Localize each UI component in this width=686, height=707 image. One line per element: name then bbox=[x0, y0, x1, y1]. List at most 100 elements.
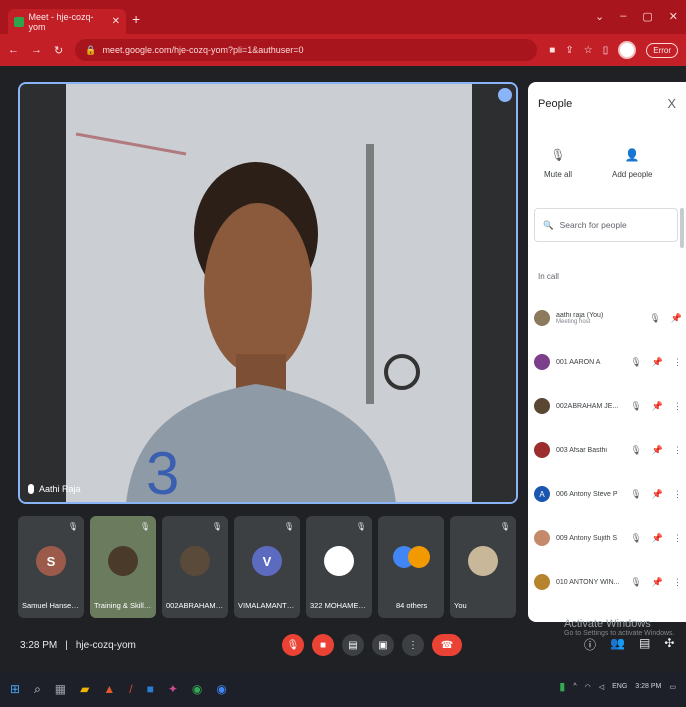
camera-toggle-button[interactable]: ■ bbox=[312, 634, 334, 656]
camera-icon[interactable]: ■ bbox=[549, 45, 555, 56]
activities-icon[interactable]: ✣ bbox=[664, 636, 674, 653]
pin-icon[interactable]: 📌 bbox=[652, 489, 663, 500]
minimize-icon[interactable]: – bbox=[620, 10, 626, 23]
search-input[interactable]: 🔍 Search for people bbox=[534, 208, 678, 242]
browser-tab[interactable]: Meet - hje-cozq-yom ✕ bbox=[8, 9, 126, 34]
person-name: 006 Antony Steve P bbox=[556, 490, 618, 498]
chrome-icon[interactable]: ◉ bbox=[216, 682, 226, 697]
participant-tile[interactable]: 🎙 S Samuel Hansen R bbox=[18, 516, 84, 618]
share-icon[interactable]: ⇪ bbox=[565, 45, 573, 56]
participant-tile[interactable]: 🎙 Training & Skill F... bbox=[90, 516, 156, 618]
meet-area: 3 Aathi Raja 🎙 S Samuel Hansen R 🎙 Train… bbox=[0, 66, 686, 672]
maximize-icon[interactable]: ▢ bbox=[642, 10, 652, 23]
taskbar-apps: ⊞ ⌕ ▦ ▰ ▲ / ■ ✦ ◉ ◉ bbox=[10, 682, 227, 697]
reload-icon[interactable]: ↻ bbox=[54, 44, 63, 57]
wifi-icon[interactable]: ◠ bbox=[585, 683, 591, 691]
file-explorer-icon[interactable]: ▰ bbox=[80, 682, 89, 697]
mic-off-icon[interactable]: 🎙 bbox=[630, 401, 641, 412]
list-item[interactable]: 003 Afsar Basthi 🎙 📌 ⋮ bbox=[534, 428, 682, 472]
mic-off-icon[interactable]: 🎙 bbox=[630, 357, 641, 368]
search-icon[interactable]: ⌕ bbox=[34, 682, 41, 697]
leave-call-button[interactable]: ☎ bbox=[432, 634, 462, 656]
app-icon[interactable]: ▲ bbox=[103, 682, 115, 697]
chrome-icon[interactable]: ◉ bbox=[192, 682, 202, 697]
system-clock[interactable]: 3:28 PM bbox=[635, 683, 661, 690]
video-border-left bbox=[20, 84, 66, 502]
scrollbar[interactable] bbox=[680, 208, 684, 248]
person-name: 001 AARON A bbox=[556, 358, 601, 366]
sidepanel-icon[interactable]: ▯ bbox=[603, 45, 609, 56]
participant-tile[interactable]: 🎙 V VIMALAMANTHI... bbox=[234, 516, 300, 618]
update-button[interactable]: Error bbox=[646, 42, 678, 58]
chevron-up-icon[interactable]: ^ bbox=[573, 683, 576, 690]
pin-icon[interactable]: 📌 bbox=[652, 445, 663, 456]
mic-off-icon[interactable]: 🎙 bbox=[630, 489, 641, 500]
activate-title: Activate Windows bbox=[564, 618, 651, 630]
list-item[interactable]: aathi raja (You) Meeting host 🎙 📌 bbox=[534, 296, 682, 340]
participant-name: Samuel Hansen R bbox=[22, 601, 80, 610]
forward-icon[interactable]: → bbox=[31, 44, 42, 56]
back-icon[interactable]: ← bbox=[8, 44, 19, 56]
more-icon[interactable]: ⋮ bbox=[673, 357, 682, 368]
address-bar[interactable]: 🔒 meet.google.com/hje-cozq-yom?pli=1&aut… bbox=[75, 39, 538, 61]
more-icon[interactable]: ⋮ bbox=[673, 577, 682, 588]
more-icon[interactable]: ⋮ bbox=[673, 489, 682, 500]
row-actions: 🎙 📌 ⋮ bbox=[630, 533, 682, 544]
volume-icon[interactable]: ◁ bbox=[599, 683, 604, 691]
mic-toggle-button[interactable]: 🎙 bbox=[282, 634, 304, 656]
new-tab-button[interactable]: + bbox=[132, 11, 140, 27]
people-panel: People X 🎙 Mute all 👤 Add people 🔍 Searc… bbox=[528, 82, 686, 622]
app-icon[interactable]: / bbox=[129, 682, 132, 697]
mic-off-icon: 🎙 bbox=[211, 522, 222, 531]
app-icon[interactable]: ■ bbox=[147, 682, 154, 697]
more-icon[interactable]: ⋮ bbox=[673, 401, 682, 412]
task-view-icon[interactable]: ▦ bbox=[55, 682, 66, 697]
mic-off-icon[interactable]: 🎙 bbox=[649, 313, 660, 324]
people-icon[interactable]: 👥 bbox=[610, 636, 625, 653]
more-options-button[interactable]: ⋮ bbox=[402, 634, 424, 656]
info-icon[interactable]: ⓘ bbox=[584, 636, 596, 653]
list-item[interactable]: 010 ANTONY WIN... 🎙 📌 ⋮ bbox=[534, 560, 682, 604]
close-icon[interactable]: ✕ bbox=[669, 10, 678, 23]
start-icon[interactable]: ⊞ bbox=[10, 682, 20, 697]
language-indicator[interactable]: ENG bbox=[612, 683, 627, 690]
close-icon[interactable]: X bbox=[667, 96, 676, 111]
star-icon[interactable]: ☆ bbox=[584, 45, 593, 56]
list-item[interactable]: A 006 Antony Steve P 🎙 📌 ⋮ bbox=[534, 472, 682, 516]
mic-off-icon[interactable]: 🎙 bbox=[630, 445, 641, 456]
mic-off-icon[interactable]: 🎙 bbox=[630, 577, 641, 588]
chat-icon[interactable]: ▤ bbox=[639, 636, 650, 653]
mic-off-icon: 🎙 bbox=[355, 522, 366, 531]
notification-icon[interactable]: ▭ bbox=[669, 683, 676, 691]
tab-close-icon[interactable]: ✕ bbox=[112, 16, 120, 27]
pin-icon[interactable]: 📌 bbox=[652, 533, 663, 544]
list-item[interactable]: 009 Antony Sujith S 🎙 📌 ⋮ bbox=[534, 516, 682, 560]
mute-all-button[interactable]: 🎙 Mute all bbox=[544, 148, 572, 179]
mic-off-icon[interactable]: 🎙 bbox=[630, 533, 641, 544]
pin-icon[interactable] bbox=[498, 88, 512, 102]
others-tile[interactable]: 84 others bbox=[378, 516, 444, 618]
more-icon[interactable]: ⋮ bbox=[673, 533, 682, 544]
more-icon[interactable]: ⋮ bbox=[673, 445, 682, 456]
participant-name: VIMALAMANTHI... bbox=[238, 601, 296, 610]
list-item[interactable]: 001 AARON A 🎙 📌 ⋮ bbox=[534, 340, 682, 384]
pin-icon[interactable]: 📌 bbox=[652, 357, 663, 368]
present-button[interactable]: ▣ bbox=[372, 634, 394, 656]
self-tile[interactable]: 🎙 You bbox=[450, 516, 516, 618]
profile-avatar[interactable] bbox=[618, 41, 637, 59]
meet-tray-icon[interactable]: ▮ bbox=[559, 680, 565, 693]
add-people-button[interactable]: 👤 Add people bbox=[612, 148, 652, 179]
app-icon[interactable]: ✦ bbox=[168, 682, 178, 697]
main-video-stage[interactable]: 3 Aathi Raja bbox=[18, 82, 518, 504]
captions-button[interactable]: ▤ bbox=[342, 634, 364, 656]
window-controls: ⌄ – ▢ ✕ bbox=[595, 10, 678, 23]
participant-tile[interactable]: 🎙 002ABRAHAM J... bbox=[162, 516, 228, 618]
participant-tile[interactable]: 🎙 322 MOHAMED... bbox=[306, 516, 372, 618]
participant-name: 002ABRAHAM J... bbox=[166, 601, 224, 610]
pin-icon[interactable]: 📌 bbox=[652, 401, 663, 412]
chevron-down-icon[interactable]: ⌄ bbox=[595, 10, 604, 23]
pin-icon[interactable]: 📌 bbox=[652, 577, 663, 588]
pin-icon[interactable]: 📌 bbox=[671, 313, 682, 324]
list-item[interactable]: 002ABRAHAM JE... 🎙 📌 ⋮ bbox=[534, 384, 682, 428]
participant-name: You bbox=[454, 601, 467, 610]
